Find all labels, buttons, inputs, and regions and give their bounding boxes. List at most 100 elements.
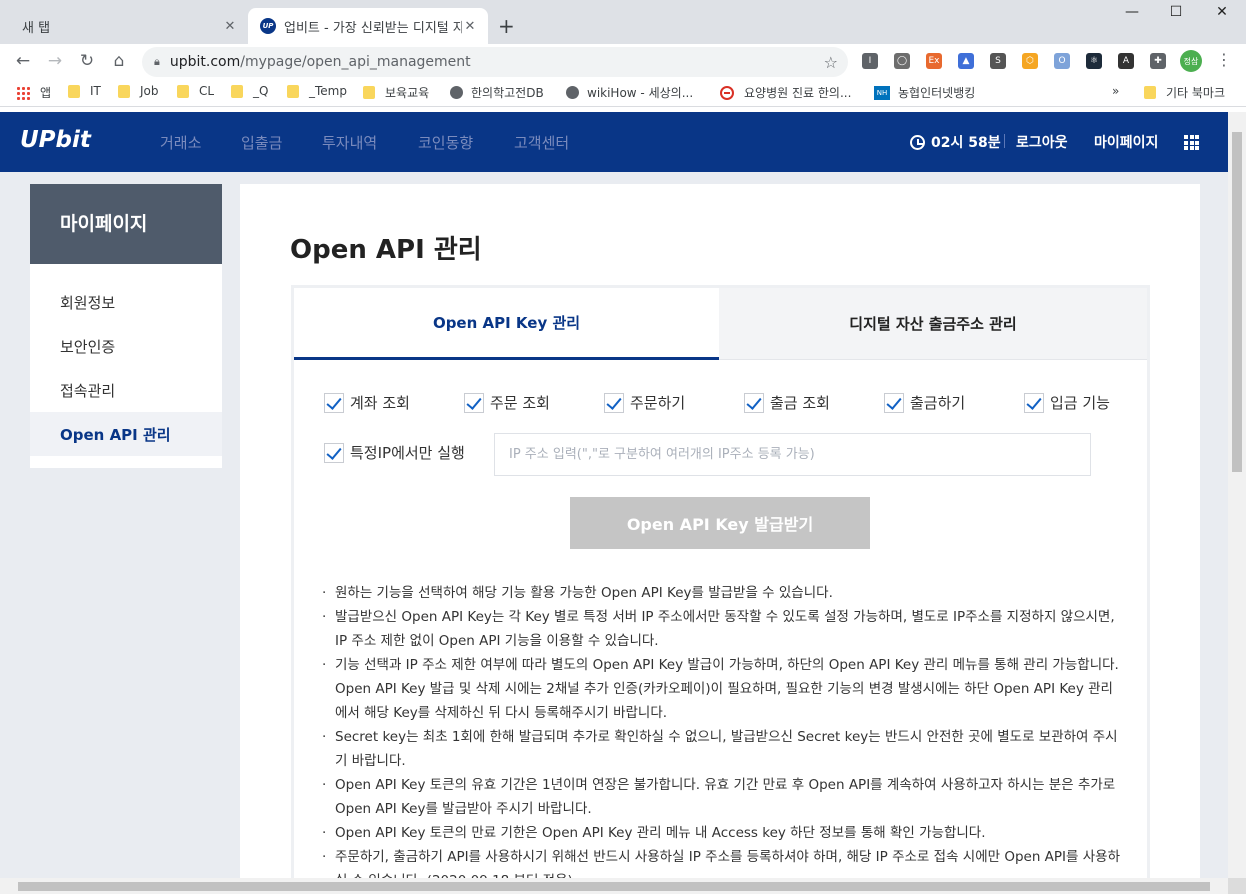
ext-o-icon[interactable]: O xyxy=(1054,53,1070,69)
bookmark-folder-other[interactable]: 기타 북마크 xyxy=(1144,84,1225,101)
bookmark-wikihow[interactable]: wikiHow - 세상의... xyxy=(566,84,693,101)
bookmark-hanuihak[interactable]: 한의학고전DB xyxy=(450,84,544,101)
sidebar-item-open-api[interactable]: Open API 관리 xyxy=(30,412,222,456)
minimize-icon[interactable]: — xyxy=(1122,4,1142,20)
reload-icon[interactable]: ↻ xyxy=(76,50,98,72)
folder-icon xyxy=(68,84,80,98)
issue-api-key-button[interactable]: Open API Key 발급받기 xyxy=(570,497,870,549)
tab-withdraw-address[interactable]: 디지털 자산 출금주소 관리 xyxy=(719,288,1147,360)
bookmark-label: 한의학고전DB xyxy=(471,86,544,100)
ext-react-icon[interactable]: ⚛ xyxy=(1086,53,1102,69)
ext-hex-icon[interactable]: ⬡ xyxy=(1022,53,1038,69)
permission-checkboxes: 계좌 조회 주문 조회 주문하기 출금 조회 출금하기 입금 기능 xyxy=(324,392,1124,416)
address-url[interactable]: upbit.com/mypage/open_api_management xyxy=(170,54,824,70)
app-grid-icon[interactable] xyxy=(1184,135,1199,150)
folder-icon xyxy=(287,84,299,98)
upbit-logo[interactable]: UPbit xyxy=(20,127,91,153)
nav-coin-trends[interactable]: 코인동향 xyxy=(418,132,473,153)
bookmark-folder-temp[interactable]: _Temp xyxy=(287,84,347,98)
vertical-scrollbar[interactable] xyxy=(1228,112,1246,878)
site-header: UPbit 거래소 입출금 투자내역 코인동향 고객센터 02시 58분 로그아… xyxy=(0,112,1228,172)
nav-exchange[interactable]: 거래소 xyxy=(160,132,201,153)
horizontal-scrollbar[interactable] xyxy=(0,878,1228,894)
ext-bulb-icon[interactable]: ◯ xyxy=(894,53,910,69)
checkbox-checked-icon[interactable] xyxy=(464,392,484,413)
perm-withdraw[interactable]: 출금하기 xyxy=(884,392,965,413)
bookmark-label: _Q xyxy=(253,84,269,98)
perm-order-view[interactable]: 주문 조회 xyxy=(464,392,550,413)
close-icon[interactable]: ✕ xyxy=(222,19,238,34)
sidebar-item-member-info[interactable]: 회원정보 xyxy=(30,280,222,324)
vertical-scroll-thumb[interactable] xyxy=(1232,132,1242,472)
ext-s-icon[interactable]: S xyxy=(990,53,1006,69)
notice-item: Open API Key 토큰의 만료 기한은 Open API Key 관리 … xyxy=(320,821,1120,845)
back-arrow-icon[interactable]: ← xyxy=(12,50,34,72)
folder-icon xyxy=(231,84,243,98)
sidebar-item-access[interactable]: 접속관리 xyxy=(30,368,222,412)
new-tab-plus-icon[interactable]: + xyxy=(498,14,515,38)
url-path: /mypage/open_api_management xyxy=(240,54,471,70)
bookmark-folder-edu[interactable]: 보육교육 xyxy=(363,84,429,101)
ext-cap-icon[interactable]: ▲ xyxy=(958,53,974,69)
nav-deposit-withdraw[interactable]: 입출금 xyxy=(241,132,282,153)
bookmark-folder-cl[interactable]: CL xyxy=(177,84,214,98)
perm-label: 출금 조회 xyxy=(770,394,830,412)
sidebar-item-security[interactable]: 보안인증 xyxy=(30,324,222,368)
forward-arrow-icon[interactable]: → xyxy=(44,50,66,72)
nav-investments[interactable]: 투자내역 xyxy=(322,132,377,153)
tab-open-api-key[interactable]: Open API Key 관리 xyxy=(294,288,719,360)
bookmark-label: CL xyxy=(199,84,215,98)
nh-logo-icon: NH xyxy=(874,85,890,100)
ext-ex-icon[interactable]: Ex xyxy=(926,53,942,69)
mypage-link[interactable]: 마이페이지 xyxy=(1094,132,1158,152)
checkbox-checked-icon[interactable] xyxy=(744,392,764,413)
address-bar[interactable]: 🔒︎ upbit.com/mypage/open_api_management … xyxy=(142,47,848,77)
checkbox-checked-icon[interactable] xyxy=(324,442,344,463)
session-timer-text: 02시 58분 xyxy=(931,135,1001,151)
checkbox-checked-icon[interactable] xyxy=(604,392,624,413)
browser-tab-label: 업비트 - 가장 신뢰받는 디지털 자산 거래소 xyxy=(284,20,462,36)
close-icon[interactable]: ✕ xyxy=(462,19,478,34)
checkbox-checked-icon[interactable] xyxy=(324,392,344,413)
browser-tab-newtab[interactable]: 새 탭 ✕ xyxy=(8,8,248,44)
perm-label: 계좌 조회 xyxy=(350,394,410,412)
mypage-sidebar: 마이페이지 회원정보 보안인증 접속관리 Open API 관리 xyxy=(30,184,222,468)
checkbox-checked-icon[interactable] xyxy=(884,392,904,413)
home-icon[interactable]: ⌂ xyxy=(108,50,130,72)
bookmark-folder-job[interactable]: Job xyxy=(118,84,159,98)
browser-tab-upbit[interactable]: UP 업비트 - 가장 신뢰받는 디지털 자산 거래소 ✕ xyxy=(248,8,488,44)
profile-avatar[interactable]: 정삼 xyxy=(1180,50,1202,72)
bookmarks-overflow-icon[interactable]: » xyxy=(1112,84,1119,98)
maximize-icon[interactable]: ☐ xyxy=(1166,4,1186,20)
window-close-icon[interactable]: ✕ xyxy=(1212,4,1232,20)
more-menu-icon[interactable]: ⋮ xyxy=(1216,50,1232,69)
ext-a-icon[interactable]: A xyxy=(1118,53,1134,69)
bookmark-label: Job xyxy=(140,84,159,98)
logout-link[interactable]: 로그아웃 xyxy=(1016,132,1068,152)
bookmark-hospital[interactable]: 요양병원 진료 한의... xyxy=(720,84,851,101)
perm-withdraw-view[interactable]: 출금 조회 xyxy=(744,392,830,413)
perm-account-view[interactable]: 계좌 조회 xyxy=(324,392,410,413)
ip-restrict-option[interactable]: 특정IP에서만 실행 xyxy=(324,442,465,463)
horizontal-scroll-thumb[interactable] xyxy=(18,882,1210,891)
bookmark-nh-bank[interactable]: NH 농협인터넷뱅킹 xyxy=(874,84,975,101)
nav-customer-center[interactable]: 고객센터 xyxy=(514,132,569,153)
bookmark-star-icon[interactable]: ☆ xyxy=(824,53,838,72)
folder-icon xyxy=(177,84,189,98)
perm-deposit[interactable]: 입금 기능 xyxy=(1024,392,1110,413)
notice-item: 기능 선택과 IP 주소 제한 여부에 따라 별도의 Open API Key … xyxy=(320,653,1120,725)
checkbox-checked-icon[interactable] xyxy=(1024,392,1044,413)
ext-i-icon[interactable]: I xyxy=(862,53,878,69)
bookmark-label: 보육교육 xyxy=(385,86,430,100)
folder-icon xyxy=(118,84,130,98)
bookmarks-bar: 앱 IT Job CL _Q _Temp 보육교육 한의학고전DB wikiHo… xyxy=(0,79,1246,107)
bookmark-folder-q[interactable]: _Q xyxy=(231,84,268,98)
ip-address-input[interactable] xyxy=(494,433,1091,476)
ext-puzzle-icon[interactable]: ✚ xyxy=(1150,53,1166,69)
apps-grid-icon xyxy=(16,85,30,100)
clock-icon xyxy=(910,134,925,150)
perm-order[interactable]: 주문하기 xyxy=(604,392,685,413)
bookmark-apps[interactable]: 앱 xyxy=(16,84,51,101)
bookmark-label: _Temp xyxy=(309,84,347,98)
bookmark-folder-it[interactable]: IT xyxy=(68,84,101,98)
